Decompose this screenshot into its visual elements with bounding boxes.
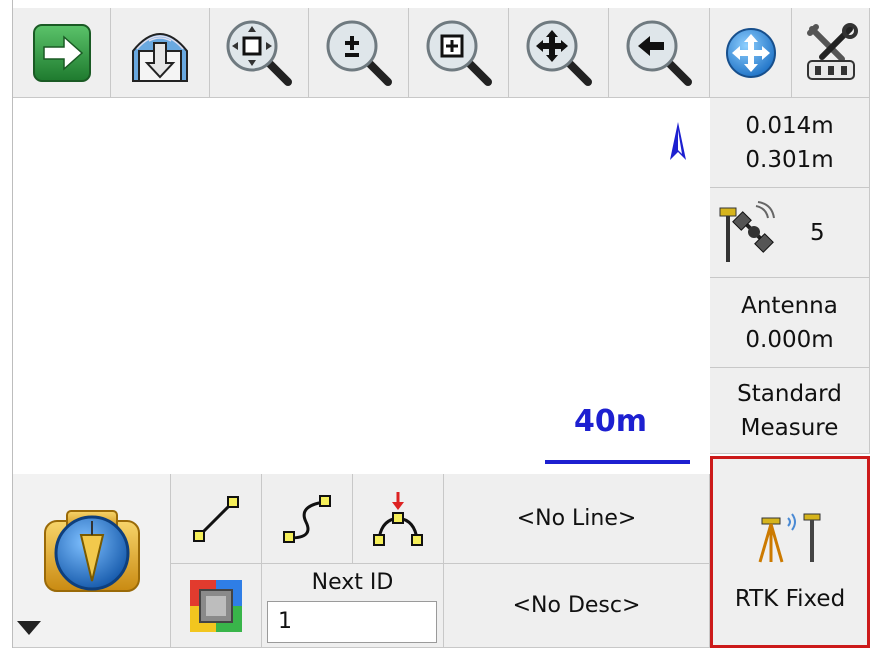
rtk-label: RTK Fixed — [734, 586, 846, 612]
globe-arrows-icon — [725, 27, 776, 78]
satellite-count: 5 — [810, 219, 825, 246]
zoom-back-icon — [626, 20, 692, 86]
import-button[interactable] — [111, 8, 210, 98]
arc-insert-icon — [373, 491, 423, 546]
mode-line2: Measure — [740, 414, 839, 441]
line-label: <No Line> — [516, 506, 637, 531]
desc-label: <No Desc> — [512, 593, 641, 618]
description-selector[interactable]: <No Desc> — [444, 564, 710, 648]
wrench-screwdriver-icon — [806, 22, 858, 80]
line-selector[interactable]: <No Line> — [444, 474, 710, 564]
green-arrow-right-icon — [32, 23, 91, 82]
globe-download-icon — [132, 32, 188, 82]
antenna-panel[interactable]: Antenna 0.000m — [710, 278, 870, 368]
forward-button[interactable] — [13, 8, 111, 98]
next-id-label: Next ID — [311, 570, 394, 595]
zoom-extents-button[interactable] — [210, 8, 309, 98]
measure-button[interactable] — [13, 474, 171, 648]
antenna-value: 0.000m — [745, 326, 834, 353]
zoom-extents-icon — [226, 20, 292, 86]
zoom-previous-button[interactable] — [609, 8, 710, 98]
zoom-pan-icon — [526, 20, 592, 86]
draw-curve-button[interactable] — [262, 474, 353, 564]
zoom-in-out-button[interactable] — [309, 8, 409, 98]
scale-label: 40m — [574, 404, 648, 439]
measure-mode-panel[interactable]: Standard Measure — [710, 368, 870, 454]
map-view-button[interactable] — [710, 8, 792, 98]
plumb-bob-icon — [43, 509, 140, 592]
antenna-label: Antenna — [741, 292, 838, 319]
dropdown-triangle-icon[interactable] — [17, 621, 41, 635]
mode-line1: Standard — [737, 380, 842, 407]
left-border — [0, 0, 13, 648]
scale-bar — [545, 460, 690, 464]
satellites-panel[interactable]: 5 — [710, 188, 870, 278]
tools-button[interactable] — [792, 8, 870, 98]
zoom-window-button[interactable] — [409, 8, 509, 98]
satellite-rover-icon — [719, 200, 775, 262]
curve-segment-icon — [283, 494, 331, 543]
north-arrow-icon — [670, 122, 686, 160]
insert-point-button[interactable] — [353, 474, 444, 564]
pan-button[interactable] — [509, 8, 609, 98]
rtk-status-button[interactable]: RTK Fixed — [710, 456, 870, 648]
rtk-rover-base-icon — [758, 513, 821, 563]
precision-h: 0.014m — [745, 112, 834, 139]
precision-v: 0.301m — [745, 146, 834, 173]
line-segment-icon — [193, 495, 239, 542]
layers-button[interactable] — [171, 564, 262, 648]
app-window: 40m 0.014m 0.301m 5 Antenna 0.000m Stand… — [0, 0, 870, 648]
next-id-input[interactable]: 1 — [267, 601, 437, 643]
color-squares-icon — [190, 579, 242, 632]
precision-panel[interactable]: 0.014m 0.301m — [710, 98, 870, 188]
draw-line-button[interactable] — [171, 474, 262, 564]
zoom-plus-minus-icon — [326, 20, 392, 86]
zoom-window-icon — [426, 20, 492, 86]
